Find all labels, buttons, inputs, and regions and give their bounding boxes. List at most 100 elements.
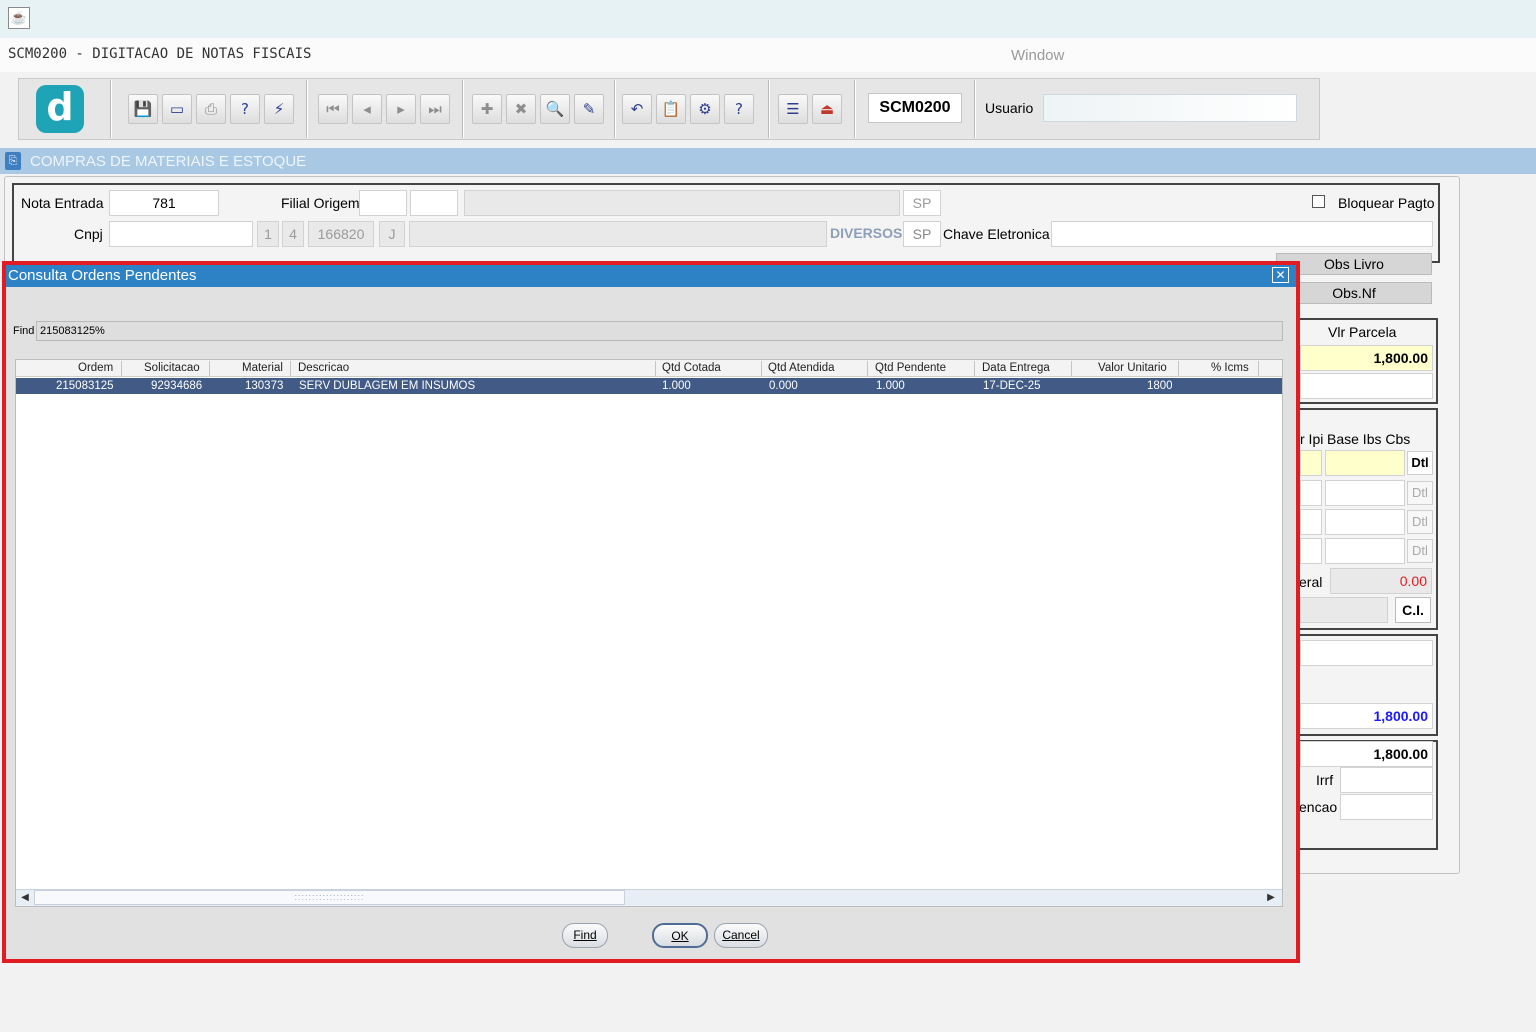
save-icon[interactable]: 💾 bbox=[128, 94, 158, 124]
execute-icon[interactable]: ⚡ bbox=[264, 94, 294, 124]
diversos-label: DIVERSOS bbox=[830, 221, 902, 247]
cnpj-part-1: 1 bbox=[257, 221, 279, 247]
first-record-icon[interactable]: ⏮ bbox=[318, 94, 348, 124]
dtl-button-4[interactable]: Dtl bbox=[1407, 539, 1433, 563]
column-header-material[interactable]: Material bbox=[242, 362, 283, 374]
menu-icon[interactable]: ☰ bbox=[778, 94, 808, 124]
toolbar-separator bbox=[614, 80, 616, 138]
ipi-field-1[interactable] bbox=[1300, 450, 1322, 476]
edit-record-icon[interactable]: ✎ bbox=[574, 94, 604, 124]
scrollbar-thumb[interactable]: :::::::::::::::::::: bbox=[34, 890, 625, 905]
nota-entrada-label: Nota Entrada bbox=[21, 195, 104, 211]
toolbar-separator bbox=[462, 80, 464, 138]
dtl-button-3[interactable]: Dtl bbox=[1407, 510, 1433, 534]
column-header-ordem[interactable]: Ordem bbox=[78, 362, 113, 374]
irrf-label: Irrf bbox=[1316, 772, 1334, 788]
column-divider bbox=[209, 361, 210, 376]
vlr-parcela-label: Vlr Parcela bbox=[1328, 324, 1397, 340]
exit-icon[interactable]: ⏏ bbox=[812, 94, 842, 124]
column-divider bbox=[761, 361, 762, 376]
previous-record-icon[interactable]: ◂ bbox=[352, 94, 382, 124]
usuario-field[interactable] bbox=[1043, 94, 1297, 122]
delete-record-icon[interactable]: ✖ bbox=[506, 94, 536, 124]
total-liquido-field[interactable]: 1,800.00 bbox=[1300, 741, 1433, 767]
vlr-parcela-field[interactable]: 1,800.00 bbox=[1300, 345, 1433, 371]
cell-solicitacao: 92934686 bbox=[151, 380, 203, 392]
find-button[interactable]: Find bbox=[562, 923, 608, 948]
irrf-field[interactable] bbox=[1340, 767, 1433, 793]
scroll-left-icon[interactable]: ◀ bbox=[18, 890, 32, 905]
window-title-bar bbox=[0, 0, 1536, 38]
cell-descricao: SERV DUBLAGEM EM INSUMOS bbox=[299, 380, 476, 392]
table-row[interactable] bbox=[16, 378, 1282, 394]
insert-record-icon[interactable]: ✚ bbox=[472, 94, 502, 124]
ok-button[interactable]: OK bbox=[652, 923, 708, 948]
ipi-field-3[interactable] bbox=[1300, 509, 1322, 535]
cancel-button[interactable]: Cancel bbox=[714, 923, 768, 948]
total-nota-field[interactable]: 1,800.00 bbox=[1300, 703, 1433, 729]
toolbar-separator bbox=[110, 80, 112, 138]
totais-field[interactable] bbox=[1300, 640, 1433, 666]
undo-icon[interactable]: ↶ bbox=[622, 94, 652, 124]
base-ibs-field-4[interactable] bbox=[1325, 538, 1405, 564]
column-divider bbox=[1178, 361, 1179, 376]
filial-origem-code-field[interactable] bbox=[410, 190, 458, 216]
toolbar-separator bbox=[974, 80, 976, 138]
cell-qtd-atendida: 0.000 bbox=[769, 380, 798, 392]
cnpj-field[interactable] bbox=[109, 221, 253, 247]
uf2-field[interactable]: SP bbox=[903, 221, 941, 247]
filial-origem-field[interactable] bbox=[359, 190, 407, 216]
column-divider bbox=[974, 361, 975, 376]
scroll-right-icon[interactable]: ▶ bbox=[1264, 890, 1278, 905]
column-header-data-entrega[interactable]: Data Entrega bbox=[982, 362, 1050, 374]
menu-window[interactable]: Window bbox=[1011, 47, 1064, 64]
uf-field[interactable]: SP bbox=[903, 190, 941, 216]
find-input[interactable]: 215083125% bbox=[36, 321, 1283, 341]
ipi-field-2[interactable] bbox=[1300, 480, 1322, 506]
clipboard-icon[interactable]: 📋 bbox=[656, 94, 686, 124]
column-header-solicitacao[interactable]: Solicitacao bbox=[144, 362, 200, 374]
bloquear-pagto-label: Bloquear Pagto bbox=[1338, 195, 1435, 211]
cell-material: 130373 bbox=[245, 380, 284, 392]
chave-eletronica-field[interactable] bbox=[1051, 221, 1433, 247]
cell-ordem: 215083125 bbox=[56, 380, 114, 392]
base-ibs-field-1[interactable] bbox=[1325, 450, 1405, 476]
ipi-label: r Ipi bbox=[1300, 431, 1324, 447]
print-icon[interactable]: ⎙ bbox=[196, 94, 226, 124]
column-header-qtd-atendida[interactable]: Qtd Atendida bbox=[768, 362, 835, 374]
column-header-qtd-pendente[interactable]: Qtd Pendente bbox=[875, 362, 946, 374]
search-record-icon[interactable]: 🔍 bbox=[540, 94, 570, 124]
dtl-button-2[interactable]: Dtl bbox=[1407, 481, 1433, 505]
vlr-parcela-field-2[interactable] bbox=[1300, 373, 1433, 399]
filial-origem-name-field bbox=[464, 190, 900, 216]
column-divider bbox=[290, 361, 291, 376]
retencao-field[interactable] bbox=[1340, 794, 1433, 820]
nota-entrada-field[interactable]: 781 bbox=[109, 190, 219, 216]
column-header-valor-unitario[interactable]: Valor Unitario bbox=[1098, 362, 1167, 374]
toolbar-separator bbox=[768, 80, 770, 138]
bloquear-pagto-checkbox[interactable] bbox=[1312, 195, 1325, 208]
base-ibs-field-3[interactable] bbox=[1325, 509, 1405, 535]
column-header-icms[interactable]: % Icms bbox=[1211, 362, 1249, 374]
cell-data-entrega: 17-DEC-25 bbox=[983, 380, 1041, 392]
column-divider bbox=[1258, 361, 1259, 376]
grid-header bbox=[16, 360, 1282, 377]
close-icon[interactable]: ✕ bbox=[1272, 267, 1289, 283]
help-icon[interactable]: ? bbox=[724, 94, 754, 124]
chave-eletronica-label: Chave Eletronica bbox=[943, 226, 1050, 242]
tools-icon[interactable]: ⚙ bbox=[690, 94, 720, 124]
last-record-icon[interactable]: ⏭ bbox=[420, 94, 450, 124]
column-divider bbox=[655, 361, 656, 376]
query-icon[interactable]: ? bbox=[230, 94, 260, 124]
window-icon[interactable]: ▭ bbox=[162, 94, 192, 124]
column-header-qtd-cotada[interactable]: Qtd Cotada bbox=[662, 362, 721, 374]
base-ibs-field-2[interactable] bbox=[1325, 480, 1405, 506]
ci-button[interactable]: C.I. bbox=[1395, 597, 1431, 623]
column-header-descricao[interactable]: Descricao bbox=[298, 362, 349, 374]
dtl-button-1[interactable]: Dtl bbox=[1407, 451, 1433, 475]
next-record-icon[interactable]: ▸ bbox=[386, 94, 416, 124]
ipi-field-4[interactable] bbox=[1300, 538, 1322, 564]
form-code: SCM0200 bbox=[868, 93, 962, 123]
dialog-title: Consulta Ordens Pendentes bbox=[6, 265, 1296, 287]
java-app-icon: ☕ bbox=[8, 7, 30, 29]
